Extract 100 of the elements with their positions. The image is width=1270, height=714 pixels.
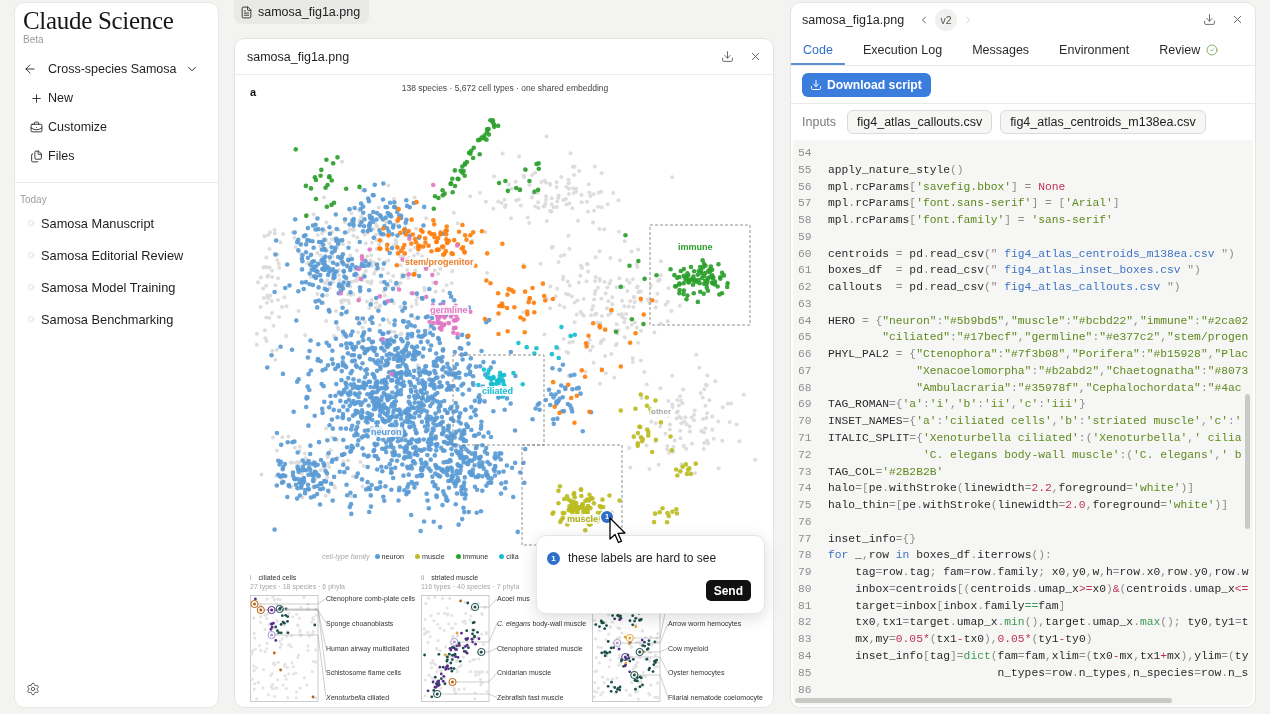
download-script-button[interactable]: Download script [802,73,931,97]
code-line: inset_info={} [828,531,917,547]
code-line: INSET_NAMES={'a':'ciliated cells','b':'striated muscle','c':' [828,414,1242,430]
line-number: 77 [798,531,813,547]
code-line: "Ambulacraria":"#35978f","Cephalochordata":"#4ac [916,380,1242,396]
code-line: mpl.rcParams['font.sans-serif'] = ['Arial'] [828,196,1120,212]
line-number: 66 [798,347,813,363]
chat-item[interactable]: Samosa Manuscript [15,207,155,239]
line-number: 76 [798,514,813,530]
code-line: TAG_ROMAN={'a':'i','b':'ii','c':'iii'} [828,397,1086,413]
line-number: 80 [798,581,813,597]
circle-icon [28,252,34,258]
close-icon [1231,13,1244,26]
chat-item[interactable]: Samosa Model Training [15,271,176,303]
chat-item[interactable]: Samosa Editorial Review [15,239,184,271]
cluster-label: stem/progenitor [404,257,475,267]
vertical-scrollbar[interactable] [1245,394,1250,529]
close-button[interactable] [1231,13,1244,26]
code-line: halo=[pe.withStroke(linewidth=2.2,foreground='white')] [828,481,1195,497]
line-number: 74 [798,481,813,497]
code-line: for _,row in boxes_df.iterrows(): [828,548,1052,564]
line-number: 56 [798,179,813,195]
comment-field[interactable]: these labels are hard to see [568,551,717,566]
code-line: callouts = pd.read_csv(" fig4_atlas_callouts.csv ") [828,280,1181,296]
line-number: 84 [798,648,813,664]
nav-item[interactable]: New [15,83,73,113]
line-number: 79 [798,565,813,581]
cluster-label: ciliated [481,386,514,396]
line-number: 62 [798,280,813,296]
cluster-label: neuron [370,427,403,437]
cluster-label: immune [677,242,714,252]
files-icon [30,149,43,163]
code-line: "ciliated":"#17becf","germline":"#e377c2","stem/progen [882,330,1249,346]
line-number: 64 [798,313,813,329]
horizontal-scrollbar[interactable] [795,698,1172,703]
project-switcher[interactable]: Cross-species Samosa [48,62,199,76]
briefcase-icon [30,120,43,134]
nav-item[interactable]: Customize [15,112,108,142]
code-line: 'C. elegans body-wall muscle':('C. elegans',' b [922,447,1242,463]
line-number: 57 [798,196,813,212]
settings-button[interactable] [26,682,40,696]
code-line: ITALIC_SPLIT={'Xenoturbella ciliated':('Xenoturbella',' cilia [828,431,1242,446]
circle-icon [28,316,34,322]
line-number: 55 [798,162,813,178]
download-icon [1203,13,1216,26]
close-button[interactable] [749,50,762,63]
code-line: n_types=row.n_types,n_species=row.n_s [997,665,1249,681]
code-line: centroids = pd.read_csv(" fig4_atlas_centroids_m138ea.csv ") [828,246,1235,262]
download-icon [721,50,734,63]
file-title: samosa_fig1a.png [802,12,905,27]
line-number: 58 [798,213,813,229]
code-line: mpl.rcParams['savefig.bbox'] = None [828,179,1066,195]
nav-item[interactable]: Files [15,141,75,171]
code-line: mx,my=0.05*(tx1-tx0),0.05*(ty1-ty0) [855,632,1093,648]
section-label: Today [20,194,47,206]
cluster-label: germline [429,305,469,315]
tab[interactable]: Environment [1047,36,1142,65]
chat-item[interactable]: Samosa Benchmarking [15,303,174,335]
code-line: target=inbox[inbox.family==fam] [855,598,1066,614]
beta-label: Beta [23,34,44,46]
download-icon [810,79,822,91]
line-number: 67 [798,363,813,379]
code-line: HERO = {"neuron":"#5b9bd5","muscle":"#bcbd22","immune":"#2ca02 [828,313,1249,329]
code-line: mpl.rcParams['font.family'] = 'sans-serif' [828,213,1113,229]
circle-icon [28,284,34,290]
code-line: PHYL_PAL2 = {"Ctenophora":"#7f3b08","Porifera":"#b15928","Plac [828,347,1249,363]
line-number: 85 [798,665,813,681]
input-file-chip[interactable]: fig4_atlas_centroids_m138ea.csv [1000,110,1206,134]
send-button[interactable]: Send [705,580,751,601]
line-number: 63 [798,296,813,312]
tab[interactable]: Code [791,36,845,65]
download-button[interactable] [721,50,734,63]
code-line: inset_info[tag]=dict(fam=fam,xlim=(tx0-mx,tx1+mx),ylim=(ty [855,648,1249,664]
line-number: 83 [798,632,813,648]
app-title: Claude Science [23,8,174,34]
panel-letter: a [250,86,257,98]
back-button[interactable] [23,62,37,76]
line-number: 72 [798,447,813,463]
line-number: 71 [798,431,813,446]
inputs-label: Inputs [802,115,837,129]
tab[interactable]: Messages [960,36,1042,65]
line-number: 59 [798,229,813,245]
tab[interactable]: Execution Log [850,36,955,65]
line-number: 54 [798,146,813,161]
line-number: 86 [798,682,813,698]
line-number: 82 [798,615,813,631]
line-number: 78 [798,548,813,564]
file-tab[interactable]: samosa_fig1a.png [234,0,370,24]
line-number: 75 [798,498,813,514]
line-number: 70 [798,414,813,430]
tab[interactable]: Review [1147,36,1231,65]
comment-number: 1 [547,552,560,565]
viewer-title: samosa_fig1a.png [247,49,350,64]
code-line: halo_thin=[pe.withStroke(linewidth=2.0,foreground='white')] [828,498,1229,514]
line-number: 61 [798,263,813,279]
download-button[interactable] [1203,13,1216,26]
code-line: boxes_df = pd.read_csv(" fig4_atlas_inset_boxes.csv ") [828,263,1201,279]
input-file-chip[interactable]: fig4_atlas_callouts.csv [847,110,993,134]
code-line: tx0,tx1=target.umap_x.min(),target.umap_x.max(); ty0,ty1=t [855,615,1249,631]
code-line: inbox=centroids[(centroids.umap_x>=x0)&(centroids.umap_x<= [855,581,1249,597]
